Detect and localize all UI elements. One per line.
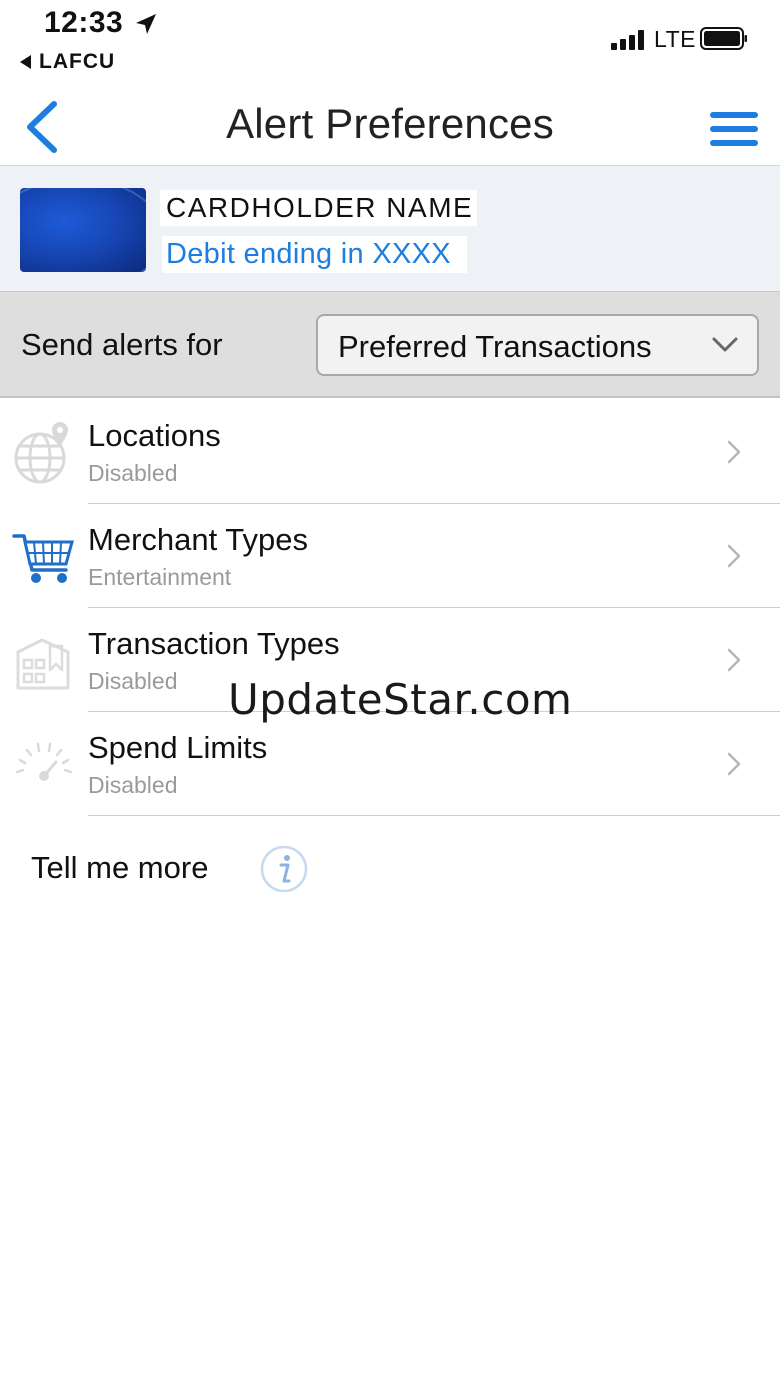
hamburger-menu-icon[interactable]	[710, 111, 758, 147]
list-item-title: Spend Limits	[88, 730, 268, 765]
list-item-status: Entertainment	[88, 564, 232, 590]
back-app-label: LAFCU	[39, 50, 116, 73]
status-bar: 12:33 LAFCU LTE	[0, 0, 780, 84]
card-image	[20, 188, 146, 272]
list-item-status: Disabled	[88, 460, 178, 486]
send-alerts-selected: Preferred Transactions	[338, 329, 652, 364]
back-to-app-link[interactable]: LAFCU	[20, 50, 115, 74]
list-item-title: Locations	[88, 418, 221, 453]
card-header: CARDHOLDER NAME Debit ending in XXXX	[0, 166, 780, 292]
chevron-right-icon	[727, 648, 741, 672]
chevron-right-icon	[727, 752, 741, 776]
card-subtitle: Debit ending in XXXX	[162, 236, 467, 273]
status-time: 12:33	[44, 6, 124, 39]
shopping-cart-icon	[12, 534, 74, 583]
chevron-right-icon	[727, 544, 741, 568]
row-divider	[88, 815, 780, 816]
send-alerts-label: Send alerts for	[21, 327, 223, 362]
send-alerts-row: Send alerts for Preferred Transactions	[0, 292, 780, 398]
tell-me-more-link[interactable]: Tell me more	[31, 850, 208, 886]
speedometer-icon	[15, 742, 73, 781]
network-type: LTE	[654, 26, 696, 52]
alert-category-list: Locations Disabled Merchant Types Entert…	[0, 400, 780, 816]
list-item-spend-limits[interactable]: Spend Limits Disabled	[0, 712, 780, 816]
cardholder-name: CARDHOLDER NAME	[160, 190, 478, 226]
list-item-title: Merchant Types	[88, 522, 308, 557]
info-icon[interactable]	[260, 845, 308, 893]
list-item-status: Disabled	[88, 668, 178, 694]
list-item-status: Disabled	[88, 772, 178, 798]
list-item-locations[interactable]: Locations Disabled	[0, 400, 780, 504]
back-triangle-icon	[20, 55, 31, 69]
send-alerts-dropdown[interactable]: Preferred Transactions	[316, 314, 759, 376]
watermark: UpdateStar.com	[228, 675, 573, 724]
globe-pin-icon	[14, 422, 68, 484]
cellular-signal-icon	[611, 30, 644, 50]
navigation-bar: Alert Preferences	[0, 84, 780, 166]
list-item-title: Transaction Types	[88, 626, 340, 661]
list-item-merchant-types[interactable]: Merchant Types Entertainment	[0, 504, 780, 608]
storefront-icon	[16, 638, 70, 690]
location-arrow-icon	[136, 14, 156, 34]
page-title: Alert Preferences	[226, 100, 554, 147]
battery-icon	[700, 27, 747, 50]
chevron-down-icon	[712, 337, 738, 352]
chevron-right-icon	[727, 440, 741, 464]
